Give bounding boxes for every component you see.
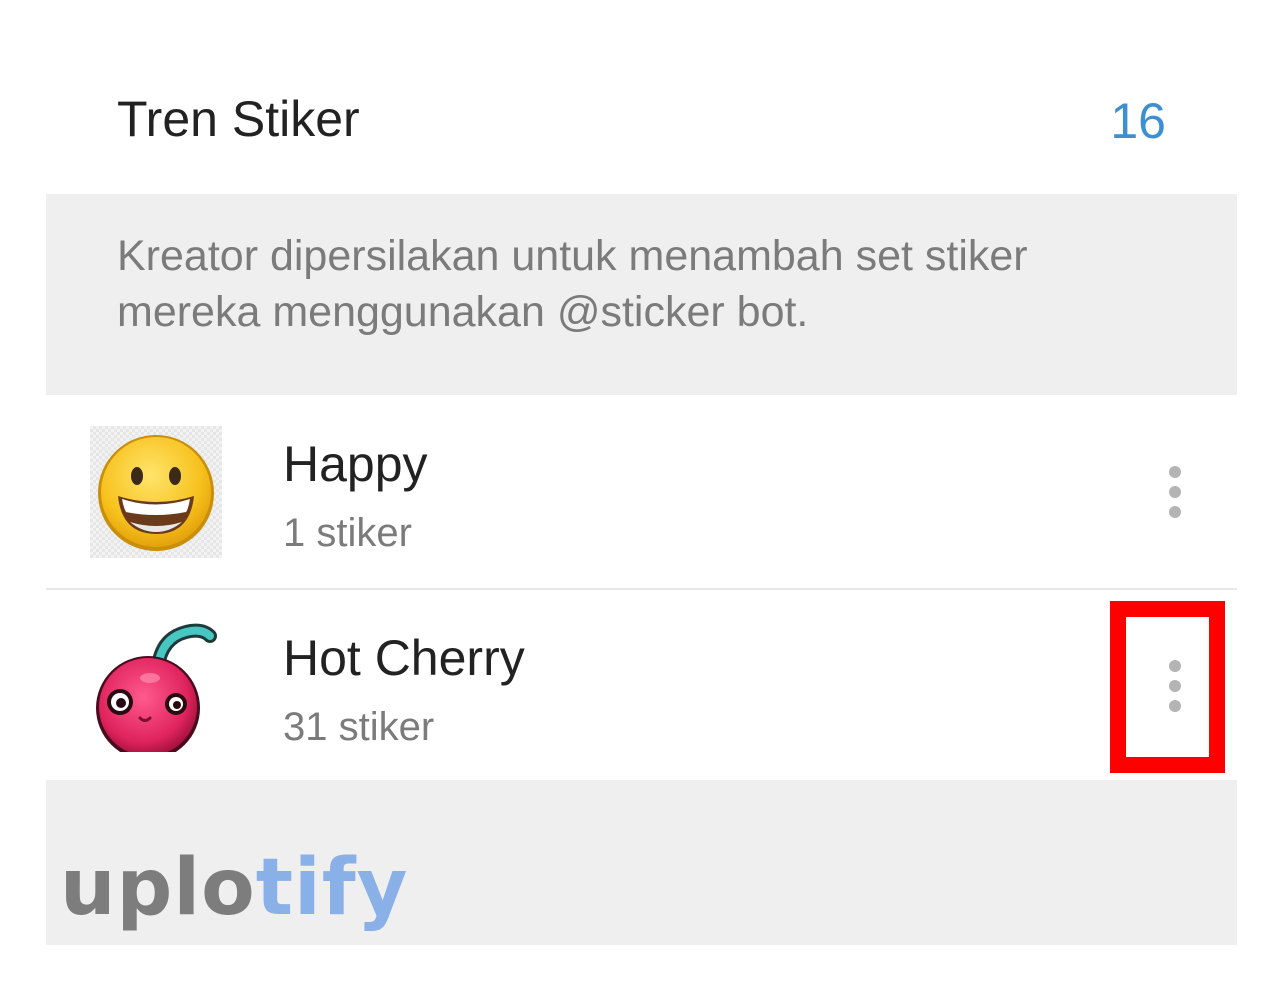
sticker-set-name: Hot Cherry: [283, 630, 525, 686]
sticker-count-badge: 16: [1110, 93, 1166, 149]
section-title: Tren Stiker: [117, 91, 360, 147]
sticker-set-row-hot-cherry[interactable]: Hot Cherry 31 stiker: [46, 590, 1237, 780]
watermark-logo: uplotify: [60, 843, 409, 933]
sticker-set-row-happy[interactable]: Happy 1 stiker: [46, 396, 1237, 591]
more-vert-icon[interactable]: [1155, 456, 1195, 528]
info-banner: Kreator dipersilakan untuk menambah set …: [46, 194, 1237, 395]
happy-emoji-icon: [90, 426, 222, 558]
sticker-set-name: Happy: [283, 436, 428, 492]
sticker-set-count: 31 stiker: [283, 705, 435, 749]
highlight-box: [1110, 601, 1225, 773]
info-text: Kreator dipersilakan untuk menambah set …: [117, 232, 1028, 336]
section-header: Tren Stiker 16: [0, 0, 1280, 194]
sticker-set-count: 1 stiker: [283, 511, 412, 555]
cherry-sticker-icon: [90, 620, 222, 752]
